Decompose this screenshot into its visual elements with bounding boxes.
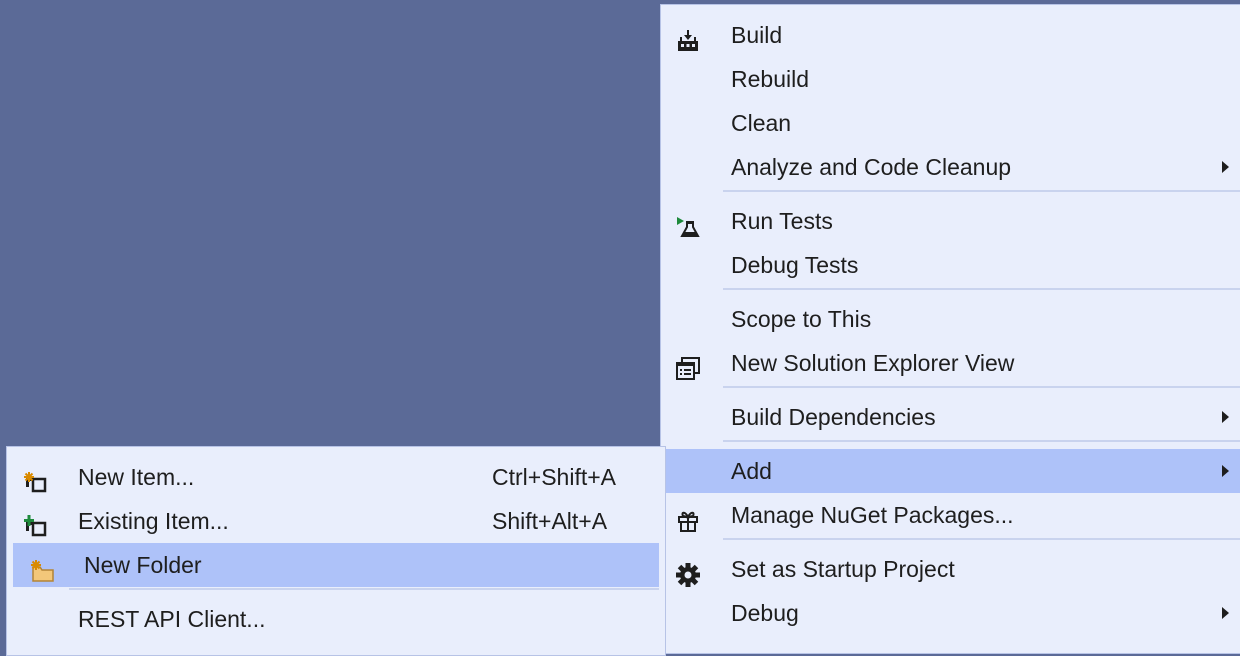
menu-separator — [723, 190, 1240, 192]
menu-item-analyze-code-cleanup[interactable]: Analyze and Code Cleanup — [661, 145, 1240, 189]
menu-item-new-item[interactable]: New Item... Ctrl+Shift+A — [7, 455, 665, 499]
menu-item-label: Manage NuGet Packages... — [731, 502, 1014, 528]
new-item-icon — [23, 465, 49, 493]
menu-item-label: Build Dependencies — [731, 404, 936, 430]
menu-item-label: Debug — [731, 600, 799, 626]
menu-item-label: Analyze and Code Cleanup — [731, 154, 1012, 180]
menu-item-build[interactable]: Build — [661, 13, 1240, 57]
menu-item-new-folder[interactable]: New Folder — [13, 543, 659, 587]
menu-item-debug-tests[interactable]: Debug Tests — [661, 243, 1240, 287]
menu-item-clean[interactable]: Clean — [661, 101, 1240, 145]
menu-item-rebuild[interactable]: Rebuild — [661, 57, 1240, 101]
menu-item-label: New Solution Explorer View — [731, 350, 1015, 376]
menu-item-existing-item[interactable]: Existing Item... Shift+Alt+A — [7, 499, 665, 543]
menu-separator — [69, 588, 659, 590]
menu-separator — [723, 440, 1240, 442]
submenu-arrow-icon — [1222, 465, 1229, 477]
menu-item-label: Add — [731, 458, 772, 484]
menu-separator — [723, 538, 1240, 540]
menu-item-label: New Item... — [78, 464, 195, 490]
menu-item-rest-api-client[interactable]: REST API Client... — [7, 597, 665, 641]
build-icon — [675, 23, 701, 51]
menu-item-label: Build — [731, 22, 783, 48]
menu-item-label: New Folder — [84, 552, 202, 578]
menu-item-label: Rebuild — [731, 66, 809, 92]
solution-context-menu: Build Rebuild Clean Analyze and Code Cle… — [660, 4, 1240, 654]
menu-item-label: Scope to This — [731, 306, 872, 332]
nuget-package-icon — [675, 503, 701, 532]
menu-item-label: Run Tests — [731, 208, 833, 234]
new-solution-explorer-view-icon — [675, 351, 701, 380]
menu-separator — [723, 288, 1240, 290]
add-submenu: New Item... Ctrl+Shift+A Existing Item..… — [6, 446, 666, 656]
menu-item-new-solution-explorer-view[interactable]: New Solution Explorer View — [661, 341, 1240, 385]
menu-item-run-tests[interactable]: Run Tests — [661, 199, 1240, 243]
menu-separator — [723, 386, 1240, 388]
menu-item-add[interactable]: Add — [661, 449, 1240, 493]
submenu-arrow-icon — [1222, 411, 1229, 423]
shortcut-text: Ctrl+Shift+A — [492, 464, 616, 490]
menu-item-label: Clean — [731, 110, 792, 136]
menu-item-manage-nuget-packages[interactable]: Manage NuGet Packages... — [661, 493, 1240, 537]
gear-icon — [675, 557, 701, 587]
submenu-arrow-icon — [1222, 161, 1229, 173]
new-folder-icon — [29, 553, 55, 582]
menu-item-set-as-startup-project[interactable]: Set as Startup Project — [661, 547, 1240, 591]
menu-item-label: REST API Client... — [78, 606, 266, 632]
submenu-arrow-icon — [1222, 607, 1229, 619]
existing-item-icon — [23, 509, 49, 537]
menu-item-label: Debug Tests — [731, 252, 859, 278]
shortcut-text: Shift+Alt+A — [492, 508, 608, 534]
menu-item-scope-to-this[interactable]: Scope to This — [661, 297, 1240, 341]
menu-item-build-dependencies[interactable]: Build Dependencies — [661, 395, 1240, 439]
menu-item-label: Set as Startup Project — [731, 556, 955, 582]
menu-item-label: Existing Item... — [78, 508, 229, 534]
menu-item-debug[interactable]: Debug — [661, 591, 1240, 635]
run-tests-icon — [675, 209, 701, 237]
